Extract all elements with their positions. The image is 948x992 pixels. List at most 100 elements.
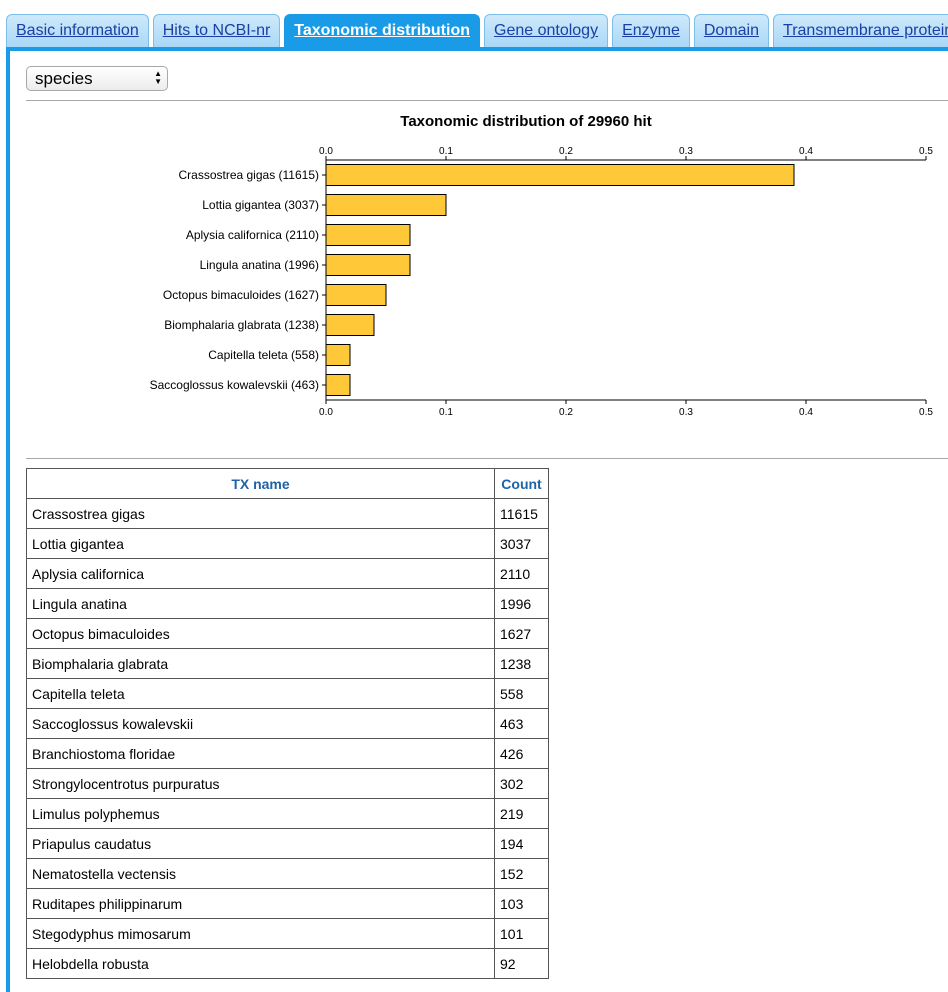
- bottom-tick-label: 0.4: [799, 407, 813, 418]
- divider-middle: [26, 458, 948, 459]
- bar: [325, 194, 447, 216]
- bar: [325, 314, 375, 336]
- top-tick-label: 0.0: [319, 146, 333, 157]
- tab-basic-information[interactable]: Basic information: [6, 14, 149, 47]
- category-label: Saccoglossus kowalevskii (463): [150, 378, 319, 392]
- cell-count: 11615: [494, 498, 549, 529]
- top-tick-label: 0.5: [919, 146, 933, 157]
- table-row: Branchiostoma floridae 426: [26, 738, 549, 769]
- chart-title: Taxonomic distribution of 29960 hit: [400, 113, 651, 130]
- table-row: Strongylocentrotus purpuratus 302: [26, 768, 549, 799]
- tab-list: Basic information Hits to NCBI-nr Taxono…: [6, 14, 948, 48]
- tab-enzyme[interactable]: Enzyme: [612, 14, 690, 47]
- table-row: Aplysia californica 2110: [26, 558, 549, 589]
- category-label: Biomphalaria glabrata (1238): [164, 318, 319, 332]
- cell-count: 101: [494, 918, 549, 949]
- bottom-tick-label: 0.5: [919, 407, 933, 418]
- bars: [325, 164, 795, 396]
- category-labels: Crassostrea gigas (11615) Lottia gigantea…: [150, 168, 326, 392]
- category-label: Octopus bimaculoides (1627): [163, 288, 319, 302]
- table-row: Stegodyphus mimosarum 101: [26, 918, 549, 949]
- bar: [325, 224, 411, 246]
- tab-domain[interactable]: Domain: [693, 14, 770, 47]
- cell-tx-name: Helobdella robusta: [26, 948, 495, 979]
- category-label: Crassostrea gigas (11615): [178, 168, 319, 182]
- tab-taxonomic-distribution[interactable]: Taxonomic distribution: [284, 14, 480, 47]
- cell-count: 1627: [494, 618, 549, 649]
- table-body: Crassostrea gigas 11615 Lottia gigantea 303…: [26, 498, 549, 979]
- tab-underline: [6, 47, 948, 51]
- table-row: Limulus polyphemus 219: [26, 798, 549, 829]
- cell-tx-name: Strongylocentrotus purpuratus: [26, 768, 495, 799]
- table-row: Saccoglossus kowalevskii 463: [26, 708, 549, 739]
- cell-count: 426: [494, 738, 549, 769]
- cell-count: 194: [494, 828, 549, 859]
- cell-tx-name: Lottia gigantea: [26, 528, 495, 559]
- column-header-count[interactable]: Count: [494, 468, 549, 499]
- tab-bar: Basic information Hits to NCBI-nr Taxono…: [0, 0, 948, 48]
- bar: [325, 284, 387, 306]
- cell-count: 1238: [494, 648, 549, 679]
- cell-tx-name: Lingula anatina: [26, 588, 495, 619]
- table-row: Ruditapes philippinarum 103: [26, 888, 549, 919]
- cell-tx-name: Priapulus caudatus: [26, 828, 495, 859]
- cell-count: 2110: [494, 558, 549, 589]
- cell-count: 1996: [494, 588, 549, 619]
- cell-tx-name: Nematostella vectensis: [26, 858, 495, 889]
- cell-tx-name: Capitella teleta: [26, 678, 495, 709]
- table-header-row: TX name Count: [26, 468, 549, 499]
- cell-tx-name: Octopus bimaculoides: [26, 618, 495, 649]
- table-row: Lingula anatina 1996: [26, 588, 549, 619]
- top-tick-label: 0.3: [679, 146, 693, 157]
- table-row: Helobdella robusta 92: [26, 948, 549, 979]
- top-tick-label: 0.4: [799, 146, 813, 157]
- bottom-tick-label: 0.3: [679, 407, 693, 418]
- table-row: Priapulus caudatus 194: [26, 828, 549, 859]
- table-row: Nematostella vectensis 152: [26, 858, 549, 889]
- cell-count: 103: [494, 888, 549, 919]
- cell-count: 152: [494, 858, 549, 889]
- taxonomy-table: TX name Count Crassostrea gigas 11615 Lott…: [26, 468, 549, 979]
- bar: [325, 344, 351, 366]
- cell-count: 219: [494, 798, 549, 829]
- cell-count: 302: [494, 768, 549, 799]
- tab-transmembrane-protein[interactable]: Transmembrane protein: [773, 14, 948, 47]
- cell-tx-name: Branchiostoma floridae: [26, 738, 495, 769]
- cell-count: 558: [494, 678, 549, 709]
- table-row: Lottia gigantea 3037: [26, 528, 549, 559]
- bar: [325, 254, 411, 276]
- select-updown-icon: ▲ ▼: [154, 69, 162, 86]
- table-row: Octopus bimaculoides 1627: [26, 618, 549, 649]
- category-label: Lottia gigantea (3037): [202, 198, 319, 212]
- category-label: Aplysia californica (2110): [186, 228, 319, 242]
- cell-count: 92: [494, 948, 549, 979]
- bottom-tick-label: 0.0: [319, 407, 333, 418]
- cell-count: 3037: [494, 528, 549, 559]
- bottom-tick-label: 0.1: [439, 407, 453, 418]
- table-row: Biomphalaria glabrata 1238: [26, 648, 549, 679]
- bar: [325, 374, 351, 396]
- tab-gene-ontology[interactable]: Gene ontology: [484, 14, 609, 47]
- table-row: Crassostrea gigas 11615: [26, 498, 549, 529]
- category-label: Lingula anatina (1996): [200, 258, 319, 272]
- top-tick-label: 0.1: [439, 146, 453, 157]
- column-header-tx-name[interactable]: TX name: [26, 468, 495, 499]
- category-label: Capitella teleta (558): [208, 348, 319, 362]
- cell-tx-name: Aplysia californica: [26, 558, 495, 589]
- cell-tx-name: Stegodyphus mimosarum: [26, 918, 495, 949]
- bottom-axis: 0.0 0.1 0.2 0.3 0.4 0.5: [319, 399, 933, 418]
- bar: [325, 164, 795, 186]
- taxonomic-distribution-chart: Taxonomic distribution of 29960 hit 0.0 0…: [150, 113, 934, 418]
- cell-tx-name: Ruditapes philippinarum: [26, 888, 495, 919]
- tab-hits-to-ncbi-nr[interactable]: Hits to NCBI-nr: [152, 14, 281, 47]
- rank-select-value: species: [35, 69, 93, 88]
- cell-count: 463: [494, 708, 549, 739]
- cell-tx-name: Crassostrea gigas: [26, 498, 495, 529]
- table-row: Capitella teleta 558: [26, 678, 549, 709]
- bottom-tick-label: 0.2: [559, 407, 573, 418]
- top-tick-label: 0.2: [559, 146, 573, 157]
- cell-tx-name: Limulus polyphemus: [26, 798, 495, 829]
- rank-select[interactable]: species ▲ ▼: [26, 66, 168, 91]
- cell-tx-name: Biomphalaria glabrata: [26, 648, 495, 679]
- cell-tx-name: Saccoglossus kowalevskii: [26, 708, 495, 739]
